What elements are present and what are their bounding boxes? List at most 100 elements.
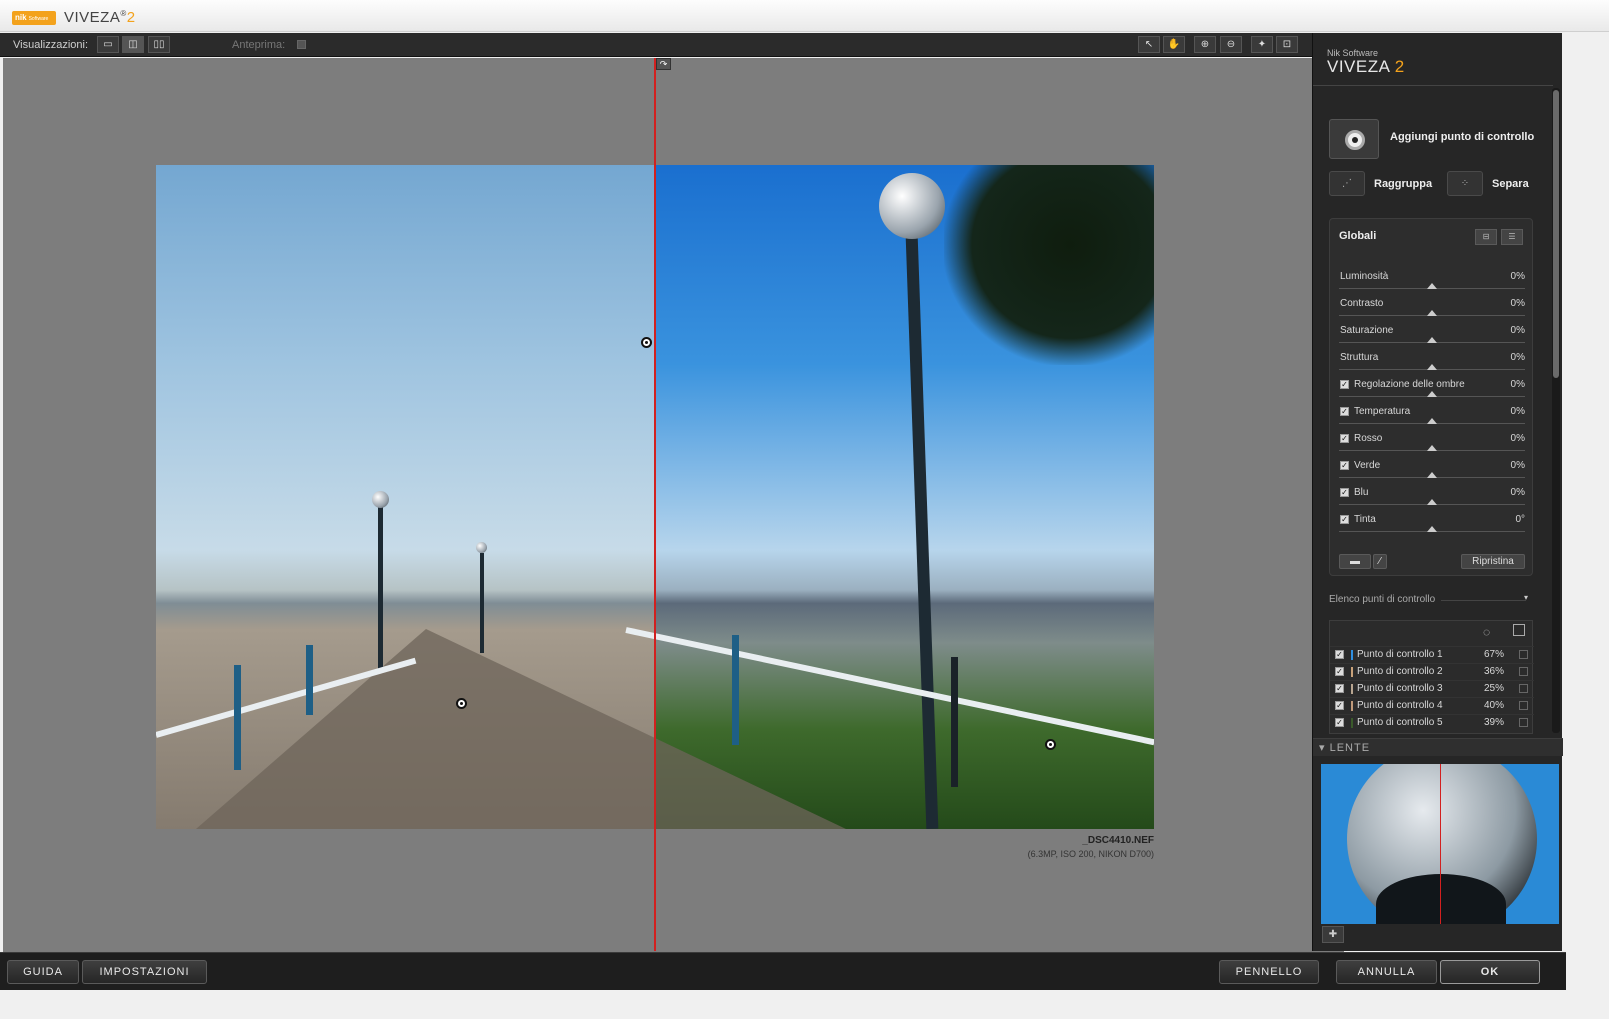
slider-thumb[interactable] bbox=[1427, 283, 1437, 289]
slider-label: Blu bbox=[1354, 487, 1369, 498]
arrow-tool-icon[interactable]: ↖ bbox=[1138, 36, 1160, 53]
visibility-checkbox[interactable]: ✓ bbox=[1335, 684, 1344, 693]
reset-button[interactable]: Ripristina bbox=[1461, 554, 1525, 569]
slider-thumb[interactable] bbox=[1427, 364, 1437, 370]
brush-button[interactable]: PENNELLO bbox=[1219, 960, 1319, 984]
help-button[interactable]: GUIDA bbox=[7, 960, 79, 984]
mask-toggle[interactable] bbox=[1519, 684, 1528, 693]
group-icon: ⋰ bbox=[1342, 178, 1352, 189]
add-control-point-button[interactable] bbox=[1329, 119, 1379, 159]
zoom-out-icon[interactable]: ⊖ bbox=[1220, 36, 1242, 53]
dropper-icon[interactable]: ⁄ bbox=[1373, 554, 1387, 569]
control-point-name: Punto di controllo 1 bbox=[1357, 649, 1443, 660]
panel-scrollbar[interactable] bbox=[1552, 88, 1560, 733]
lamp-post-mid bbox=[480, 553, 484, 653]
show-all-icon[interactable]: ◌ bbox=[1483, 625, 1490, 639]
scrollbar-thumb[interactable] bbox=[1553, 90, 1559, 378]
slider-temperatura[interactable]: ✓ Temperatura 0% bbox=[1339, 406, 1525, 433]
mask-toggle[interactable] bbox=[1519, 650, 1528, 659]
single-view-icon[interactable]: ▭ bbox=[97, 36, 119, 53]
visibility-checkbox[interactable]: ✓ bbox=[1335, 701, 1344, 710]
slider-label: Tinta bbox=[1354, 514, 1376, 525]
control-point-marker[interactable] bbox=[641, 337, 652, 348]
slider-value: 0% bbox=[1510, 352, 1525, 363]
enable-checkbox[interactable]: ✓ bbox=[1340, 461, 1349, 470]
slider-saturazione[interactable]: Saturazione 0% bbox=[1339, 325, 1525, 352]
ungroup-label[interactable]: Separa bbox=[1492, 178, 1529, 190]
zoom-in-icon[interactable]: ⊕ bbox=[1194, 36, 1216, 53]
settings-button[interactable]: IMPOSTAZIONI bbox=[82, 960, 207, 984]
copy-settings-icon[interactable]: ⊟ bbox=[1475, 229, 1497, 245]
ungroup-button[interactable]: ⁘ bbox=[1447, 171, 1483, 196]
divider bbox=[1441, 600, 1526, 601]
slider-tinta[interactable]: ✓ Tinta 0° bbox=[1339, 514, 1525, 541]
control-point-name: Punto di controllo 2 bbox=[1357, 666, 1443, 677]
color-swatch bbox=[1351, 667, 1353, 677]
slider-thumb[interactable] bbox=[1427, 391, 1437, 397]
control-points-list: ◌ ✓ Punto di controllo 1 67% ✓ Punto di … bbox=[1329, 620, 1534, 734]
visibility-checkbox[interactable]: ✓ bbox=[1335, 667, 1344, 676]
slider-blu[interactable]: ✓ Blu 0% bbox=[1339, 487, 1525, 514]
group-label[interactable]: Raggruppa bbox=[1374, 178, 1432, 190]
mask-icon[interactable] bbox=[1513, 624, 1525, 636]
color-swatch bbox=[1351, 650, 1353, 660]
mask-toggle[interactable] bbox=[1519, 718, 1528, 727]
side-by-side-view-icon[interactable]: ▯▯ bbox=[148, 36, 170, 53]
visibility-checkbox[interactable]: ✓ bbox=[1335, 718, 1344, 727]
views-label: Visualizzazioni: bbox=[13, 39, 89, 51]
paste-settings-icon[interactable]: ☰ bbox=[1501, 229, 1523, 245]
enable-checkbox[interactable]: ✓ bbox=[1340, 434, 1349, 443]
visibility-checkbox[interactable]: ✓ bbox=[1335, 650, 1344, 659]
add-control-point-label[interactable]: Aggiungi punto di controllo bbox=[1390, 131, 1534, 143]
slider-thumb[interactable] bbox=[1427, 445, 1437, 451]
loupe-title[interactable]: ▾ LENTE bbox=[1319, 741, 1370, 754]
slider-thumb[interactable] bbox=[1427, 418, 1437, 424]
control-point-marker[interactable] bbox=[1045, 739, 1056, 750]
list-item[interactable]: ✓ Punto di controllo 3 25% bbox=[1330, 680, 1534, 697]
slider-thumb[interactable] bbox=[1427, 337, 1437, 343]
slider-verde[interactable]: ✓ Verde 0% bbox=[1339, 460, 1525, 487]
slider-value: 0° bbox=[1515, 514, 1525, 525]
group-button[interactable]: ⋰ bbox=[1329, 171, 1365, 196]
cancel-button[interactable]: ANNULLA bbox=[1336, 960, 1437, 984]
fit-screen-icon[interactable]: ⊡ bbox=[1276, 36, 1298, 53]
mask-toggle[interactable] bbox=[1519, 701, 1528, 710]
preview-checkbox[interactable] bbox=[297, 40, 306, 49]
ok-button[interactable]: OK bbox=[1440, 960, 1540, 984]
slider-thumb[interactable] bbox=[1427, 472, 1437, 478]
collapse-arrow-icon[interactable]: ▾ bbox=[1524, 593, 1528, 602]
list-item[interactable]: ✓ Punto di controllo 1 67% bbox=[1330, 646, 1534, 663]
list-item[interactable]: ✓ Punto di controllo 4 40% bbox=[1330, 697, 1534, 714]
enable-checkbox[interactable]: ✓ bbox=[1340, 488, 1349, 497]
hand-tool-icon[interactable]: ✋ bbox=[1163, 36, 1185, 53]
slider-thumb[interactable] bbox=[1427, 526, 1437, 532]
list-item[interactable]: ✓ Punto di controllo 2 36% bbox=[1330, 663, 1534, 680]
slider-regolazione-ombre[interactable]: ✓ Regolazione delle ombre 0% bbox=[1339, 379, 1525, 406]
brush-mode-icon[interactable]: ▬ bbox=[1339, 554, 1371, 569]
split-swap-icon[interactable]: ↷ bbox=[656, 58, 671, 70]
split-view-icon[interactable]: ◫ bbox=[122, 36, 144, 53]
enable-checkbox[interactable]: ✓ bbox=[1340, 380, 1349, 389]
slider-label: Verde bbox=[1354, 460, 1381, 471]
slider-struttura[interactable]: Struttura 0% bbox=[1339, 352, 1525, 379]
slider-luminosita[interactable]: Luminosità 0% bbox=[1339, 271, 1525, 298]
loupe-tool-icon[interactable]: ✦ bbox=[1251, 36, 1273, 53]
slider-thumb[interactable] bbox=[1427, 310, 1437, 316]
slider-value: 0% bbox=[1510, 325, 1525, 336]
globals-section: Globali ⊟ ☰ Luminosità 0% Contrasto 0% S… bbox=[1329, 218, 1533, 576]
enable-checkbox[interactable]: ✓ bbox=[1340, 407, 1349, 416]
slider-contrasto[interactable]: Contrasto 0% bbox=[1339, 298, 1525, 325]
control-point-marker[interactable] bbox=[456, 698, 467, 709]
split-divider[interactable] bbox=[654, 58, 656, 951]
slider-value: 0% bbox=[1510, 379, 1525, 390]
enable-checkbox[interactable]: ✓ bbox=[1340, 515, 1349, 524]
slider-rosso[interactable]: ✓ Rosso 0% bbox=[1339, 433, 1525, 460]
mask-toggle[interactable] bbox=[1519, 667, 1528, 676]
slider-thumb[interactable] bbox=[1427, 499, 1437, 505]
loupe-split-line bbox=[1440, 764, 1441, 924]
control-point-size: 40% bbox=[1484, 700, 1505, 711]
tree-silhouette bbox=[944, 165, 1154, 365]
pin-icon[interactable]: ✚ bbox=[1322, 926, 1344, 943]
rail-post bbox=[732, 635, 739, 745]
list-item[interactable]: ✓ Punto di controllo 5 39% bbox=[1330, 714, 1534, 731]
